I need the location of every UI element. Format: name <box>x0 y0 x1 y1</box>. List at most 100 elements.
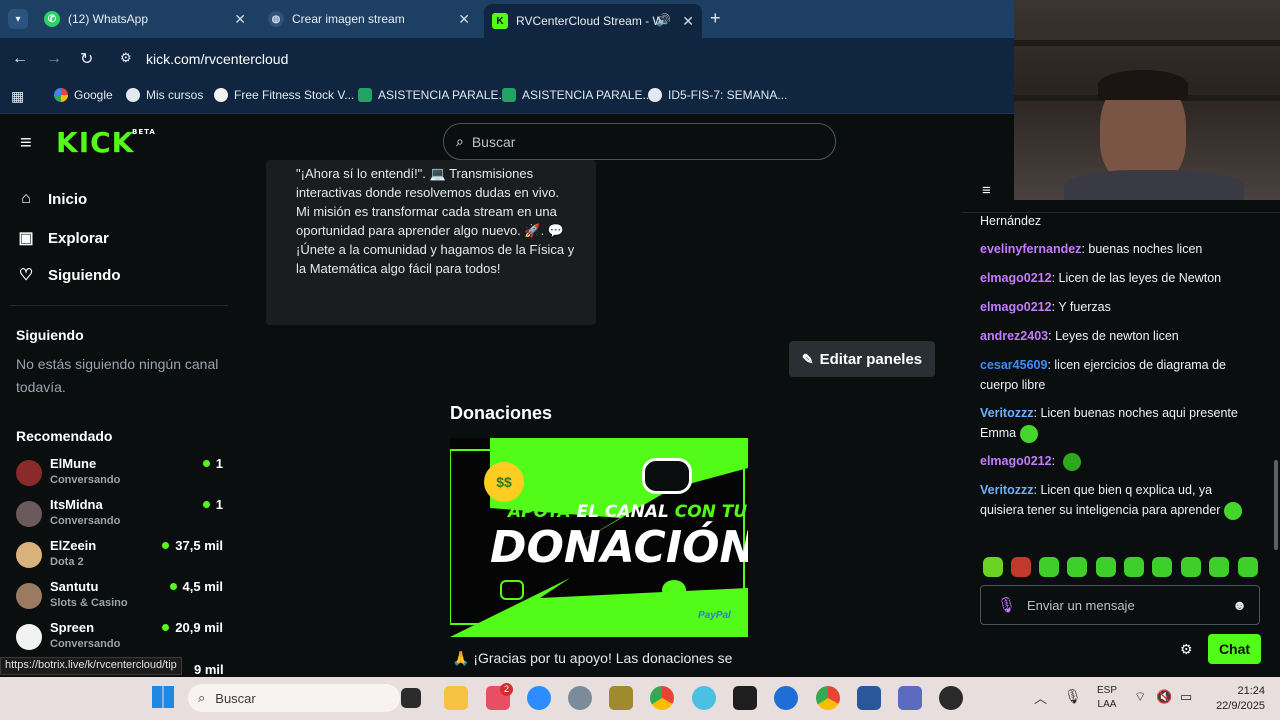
recommended-channel[interactable]: ElMune Conversando 1 <box>16 456 226 492</box>
microphone-icon[interactable]: 🎙 <box>997 596 1016 614</box>
search-input[interactable]: ⌕ Buscar <box>443 123 836 160</box>
chat-username[interactable]: elmago0212 <box>980 271 1052 285</box>
chat-username[interactable]: andrez2403 <box>980 329 1048 343</box>
recommended-channel[interactable]: Spreen Conversando 20,9 mil <box>16 620 226 656</box>
calculator-icon[interactable] <box>898 686 922 710</box>
message-text: Y fuerzas <box>1058 300 1111 314</box>
sidebar-item-inicio[interactable]: ⌂ Inicio <box>16 190 87 208</box>
chat-username[interactable]: elmago0212 <box>980 454 1052 468</box>
bookmark-asistencia-2[interactable]: ASISTENCIA PARALE... <box>502 88 653 102</box>
google-icon <box>54 88 68 102</box>
sidebar-item-siguiendo[interactable]: ♡ Siguiendo <box>16 265 121 285</box>
close-icon[interactable]: ✕ <box>682 13 694 30</box>
sidebar-item-explorar[interactable]: ▣ Explorar <box>16 228 109 248</box>
chrome-profile-icon[interactable] <box>816 686 840 710</box>
chat-username[interactable]: elmago0212 <box>980 300 1052 314</box>
recommended-channel[interactable]: Santutu Slots & Casino 4,5 mil <box>16 579 226 615</box>
close-icon[interactable]: ✕ <box>234 11 246 28</box>
tab-rvcentercloud[interactable]: K RVCenterCloud Stream - W 🔊 ✕ <box>484 4 702 38</box>
tab-whatsapp[interactable]: ✆ (12) WhatsApp ✕ <box>36 5 254 33</box>
nav-label: Explorar <box>48 229 109 247</box>
bookmark-label: ASISTENCIA PARALE... <box>522 88 653 102</box>
viewer-count: 1 <box>202 497 223 512</box>
donation-banner[interactable]: $$ APOYA EL CANAL CON TU DONACIÓN PayPal <box>450 438 748 637</box>
viewer-count-value: 1 <box>215 497 223 512</box>
url-field[interactable]: kick.com/rvcentercloud <box>146 51 288 67</box>
emote-button[interactable] <box>1124 557 1144 577</box>
message-text: Licen de las leyes de Newton <box>1058 271 1222 285</box>
wifi-icon[interactable]: ⌔ <box>1134 689 1146 705</box>
menu-icon[interactable]: ≡ <box>20 132 32 155</box>
app-icon[interactable] <box>692 686 716 710</box>
windows-start-icon[interactable] <box>152 686 174 708</box>
bookmark-id5-fis[interactable]: ID5-FIS-7: SEMANA... <box>648 88 787 102</box>
file-explorer-icon[interactable] <box>444 686 468 710</box>
chat-bubble-icon <box>662 580 686 600</box>
task-view-icon[interactable] <box>401 688 421 708</box>
chat-username[interactable]: Veritozzz <box>980 406 1034 420</box>
emote-button[interactable] <box>1039 557 1059 577</box>
emote-button[interactable] <box>1209 557 1229 577</box>
language-indicator[interactable]: ESP LAA <box>1097 684 1117 712</box>
microphone-icon[interactable]: 🎙 <box>1064 688 1082 705</box>
tab-crear-imagen[interactable]: ◍ Crear imagen stream ✕ <box>260 5 478 33</box>
emoji-icon[interactable]: ☻ <box>1232 597 1247 613</box>
battery-icon[interactable]: ▭ <box>1180 689 1192 705</box>
live-dot-icon <box>169 583 177 590</box>
chevron-up-icon[interactable]: ︿ <box>1034 688 1047 707</box>
live-dot-icon <box>202 460 210 467</box>
chat-collapse-icon[interactable]: ≡ <box>982 182 991 199</box>
app-icon[interactable] <box>609 686 633 710</box>
chat-username[interactable]: cesar45609 <box>980 358 1047 372</box>
app-icon[interactable] <box>733 686 757 710</box>
emote-button[interactable] <box>1096 557 1116 577</box>
emote-button[interactable] <box>1238 557 1258 577</box>
chat-username[interactable]: Veritozzz <box>980 483 1034 497</box>
chat-username[interactable]: evelinyfernandez <box>980 242 1081 256</box>
bookmark-google[interactable]: Google <box>54 88 113 102</box>
emote-button[interactable] <box>983 557 1003 577</box>
emote-button[interactable] <box>1181 557 1201 577</box>
apps-grid-icon[interactable]: ▦ <box>11 88 24 105</box>
bookmark-mis-cursos[interactable]: Mis cursos <box>126 88 203 102</box>
speaker-icon[interactable]: 🔊 <box>656 13 671 27</box>
search-icon: ⌕ <box>198 690 206 705</box>
viewer-count: 1 <box>202 456 223 471</box>
site-info-icon[interactable]: ⚙ <box>120 50 132 66</box>
emote-button[interactable] <box>1152 557 1172 577</box>
zoom-icon[interactable] <box>527 686 551 710</box>
chat-settings-icon[interactable]: ⚙ <box>1180 641 1193 658</box>
new-tab-button[interactable]: + <box>710 8 721 29</box>
clock-time: 21:24 <box>1237 685 1265 697</box>
emote-icon <box>1020 424 1039 443</box>
reload-icon[interactable]: ↻ <box>80 49 93 69</box>
chat-send-button[interactable]: Chat <box>1208 634 1261 664</box>
tab-search-icon[interactable]: ▾ <box>8 9 28 29</box>
emote-button[interactable] <box>1067 557 1087 577</box>
chat-message-input[interactable]: 🎙 Enviar un mensaje ☻ <box>980 585 1260 625</box>
taskbar-search-placeholder: Buscar <box>215 690 256 706</box>
kick-logo[interactable]: KICK BETA <box>56 126 155 159</box>
volume-icon[interactable]: 🔇 <box>1156 689 1172 705</box>
obs-icon[interactable] <box>939 686 963 710</box>
edit-panels-button[interactable]: ✎ Editar paneles <box>789 341 935 377</box>
emote-button[interactable] <box>1011 557 1031 577</box>
logo-text: KICK <box>56 126 135 159</box>
channel-name: ItsMidna <box>50 497 103 512</box>
recommended-channel[interactable]: ItsMidna Conversando 1 <box>16 497 226 533</box>
avatar <box>16 542 42 568</box>
close-icon[interactable]: ✕ <box>458 11 470 28</box>
clock[interactable]: 21:24 22/9/2025 <box>1205 684 1265 714</box>
bookmark-asistencia-1[interactable]: ASISTENCIA PARALE... <box>358 88 509 102</box>
taskbar-search-input[interactable]: ⌕ Buscar <box>188 684 400 712</box>
forward-icon[interactable]: → <box>46 50 62 68</box>
telegram-badge: 2 <box>500 683 513 696</box>
word-icon[interactable] <box>857 686 881 710</box>
chrome-icon[interactable] <box>650 686 674 710</box>
bookmark-free-fitness[interactable]: Free Fitness Stock V... <box>214 88 354 102</box>
back-icon[interactable]: ← <box>12 50 28 68</box>
bluetooth-icon[interactable] <box>774 686 798 710</box>
network-app-icon[interactable] <box>568 686 592 710</box>
recommended-channel[interactable]: ElZeein Dota 2 37,5 mil <box>16 538 226 574</box>
chat-scrollbar[interactable] <box>1274 460 1278 550</box>
